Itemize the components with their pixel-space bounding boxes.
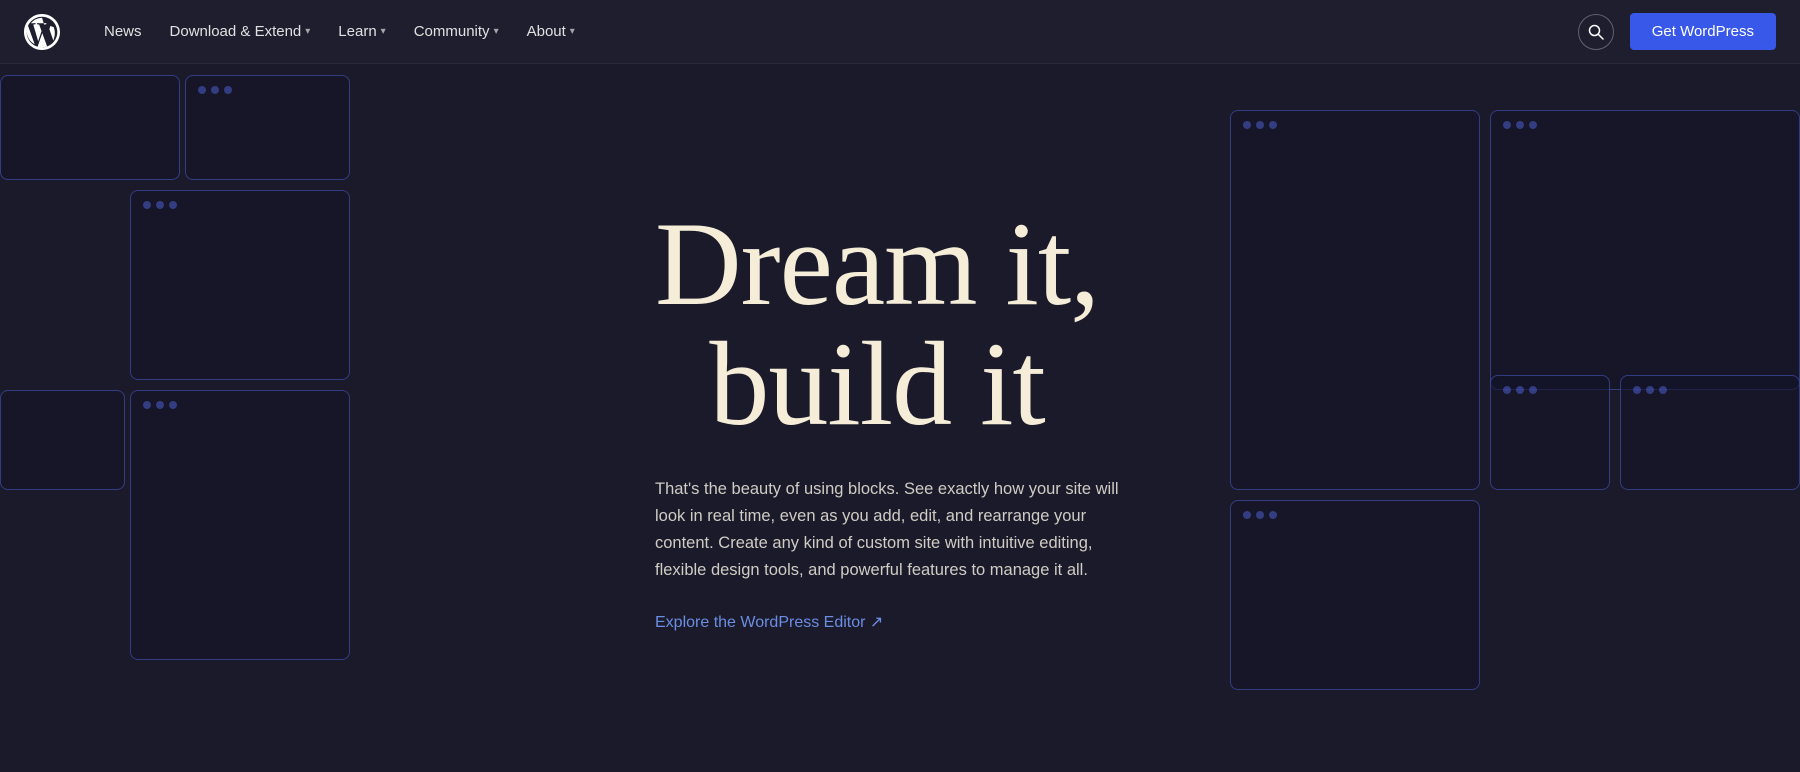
nav-item-about[interactable]: About ▾	[515, 15, 587, 48]
nav-item-community[interactable]: Community ▾	[402, 15, 511, 48]
hero-title: Dream it, build it	[655, 204, 1099, 444]
chevron-down-icon: ▾	[570, 26, 575, 37]
wordpress-logo[interactable]	[24, 14, 60, 50]
hero-subtitle: That's the beauty of using blocks. See e…	[655, 476, 1135, 585]
main-nav: News Download & Extend ▾ Learn ▾ Communi…	[0, 0, 1800, 64]
get-wordpress-button[interactable]: Get WordPress	[1630, 13, 1776, 50]
nav-item-news[interactable]: News	[92, 15, 154, 48]
explore-editor-link[interactable]: Explore the WordPress Editor ↗	[655, 612, 883, 632]
chevron-down-icon: ▾	[494, 26, 499, 37]
nav-links: News Download & Extend ▾ Learn ▾ Communi…	[92, 15, 1578, 48]
hero-content: Dream it, build it That's the beauty of …	[0, 64, 1800, 772]
chevron-down-icon: ▾	[305, 26, 310, 37]
nav-right: Get WordPress	[1578, 13, 1776, 50]
hero-background: Dream it, build it That's the beauty of …	[0, 0, 1800, 772]
search-icon	[1588, 24, 1604, 40]
nav-item-download[interactable]: Download & Extend ▾	[158, 15, 323, 48]
nav-item-learn[interactable]: Learn ▾	[326, 15, 397, 48]
search-button[interactable]	[1578, 14, 1614, 50]
chevron-down-icon: ▾	[381, 26, 386, 37]
